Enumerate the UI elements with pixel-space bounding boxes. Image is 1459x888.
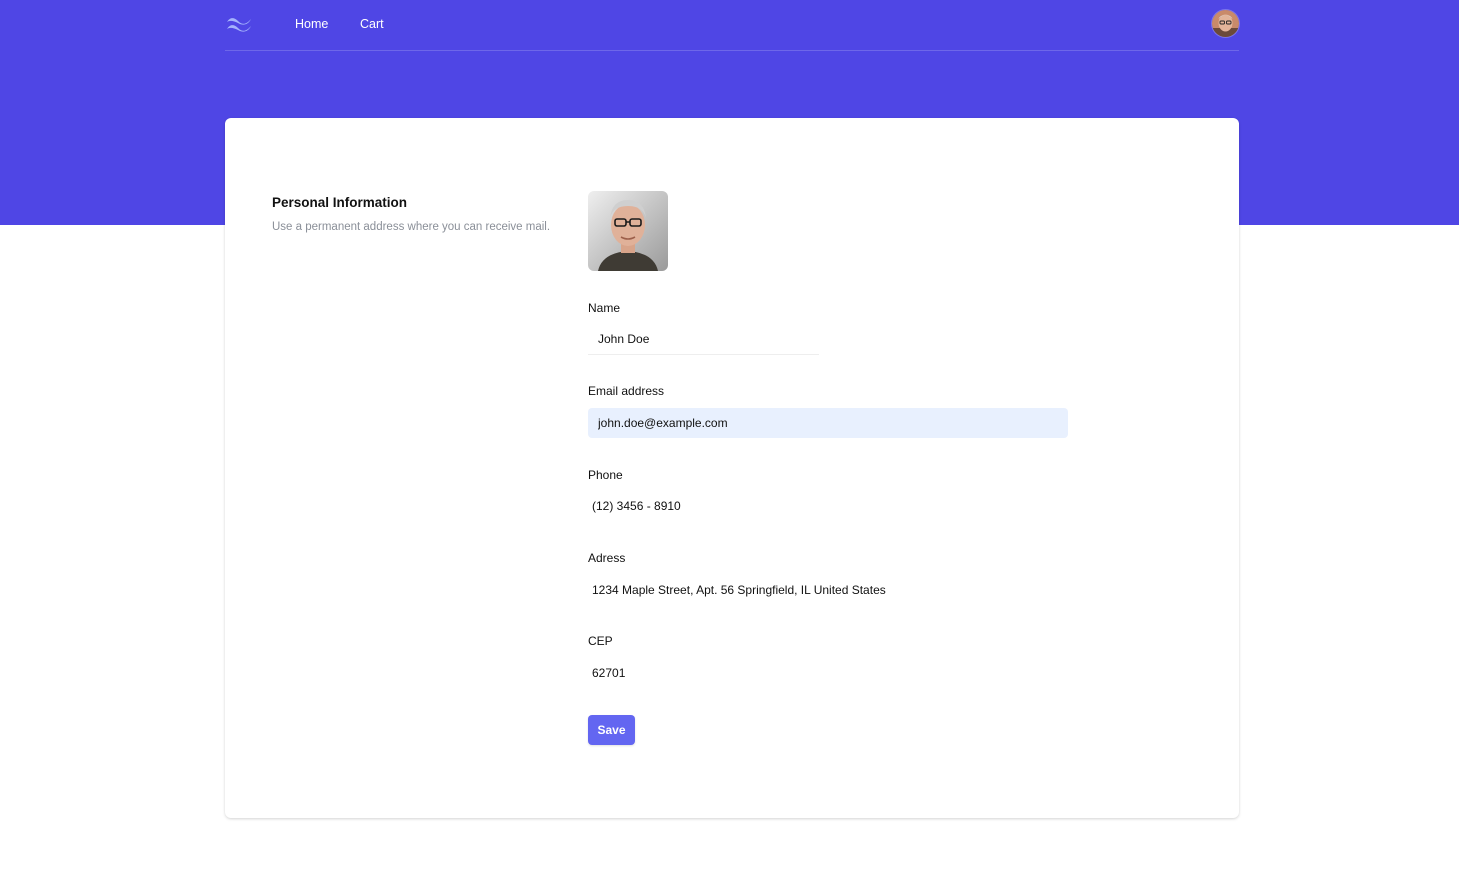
wave-logo-icon[interactable]: [225, 14, 253, 34]
cep-label: CEP: [588, 634, 613, 648]
section-description: Use a permanent address where you can re…: [272, 221, 551, 233]
phone-field[interactable]: [588, 491, 1068, 521]
user-avatar[interactable]: [1212, 10, 1239, 37]
profile-photo: [588, 191, 668, 271]
save-button[interactable]: Save: [588, 715, 635, 745]
email-label: Email address: [588, 384, 665, 398]
top-navbar: Home Cart: [225, 0, 1239, 51]
name-label: Name: [588, 301, 621, 315]
profile-card: Personal Information Use a permanent add…: [225, 118, 1239, 818]
address-label: Adress: [588, 551, 626, 565]
section-title: Personal Information: [272, 195, 408, 210]
email-field[interactable]: [588, 408, 1068, 438]
cep-field[interactable]: [588, 658, 1068, 688]
address-field[interactable]: [588, 575, 1068, 605]
nav-link-home[interactable]: Home: [295, 16, 328, 32]
name-field[interactable]: [588, 324, 819, 355]
nav-link-cart[interactable]: Cart: [360, 16, 384, 32]
phone-label: Phone: [588, 468, 623, 482]
